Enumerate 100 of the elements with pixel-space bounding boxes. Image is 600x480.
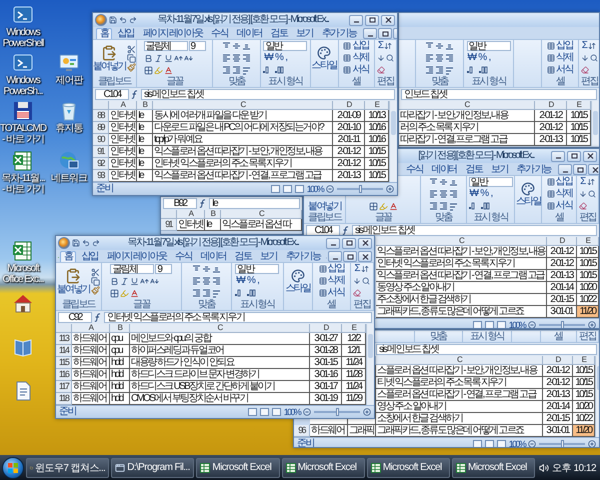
search-icon[interactable] xyxy=(362,277,370,285)
zoom-out-icon[interactable] xyxy=(303,408,311,416)
align-top-icon[interactable] xyxy=(425,42,434,50)
align-center-icon[interactable] xyxy=(435,54,444,62)
paste-button[interactable]: 붙여넣기 xyxy=(56,268,90,294)
ribbon-tab[interactable]: 추가 기능 xyxy=(282,251,324,262)
palette-icon[interactable] xyxy=(290,268,305,282)
table-icon[interactable] xyxy=(546,178,555,186)
paste-button[interactable]: 붙여넣기 xyxy=(308,202,342,212)
column-header[interactable]: C xyxy=(130,324,310,333)
eraser-icon[interactable] xyxy=(353,289,362,297)
formula-field[interactable]: sis 메인보드 칩셋 xyxy=(141,89,395,100)
table-icon[interactable] xyxy=(547,42,556,50)
ribbon-tab[interactable]: 삽입 xyxy=(77,251,102,262)
grow-font-icon[interactable] xyxy=(140,276,150,286)
close-button[interactable] xyxy=(583,150,597,162)
row-header[interactable]: 91 xyxy=(93,146,109,158)
currency-button[interactable]: ₩ xyxy=(468,189,478,199)
maximize-button[interactable] xyxy=(365,14,379,26)
save-icon[interactable] xyxy=(109,16,117,24)
align-bottom-icon[interactable] xyxy=(212,264,221,274)
border-icon[interactable] xyxy=(368,202,378,210)
align-bottom-icon[interactable] xyxy=(448,178,458,186)
decrease-decimal-icon[interactable] xyxy=(480,202,492,210)
column-header[interactable]: E xyxy=(573,356,595,365)
increase-indent-icon[interactable] xyxy=(435,66,444,74)
italic-icon[interactable] xyxy=(120,276,130,286)
formula-field[interactable]: sis 메인보드 칩셋 xyxy=(352,225,597,236)
autosum-button[interactable]: Σ xyxy=(353,264,360,274)
zoom-level[interactable]: 100% xyxy=(284,406,300,418)
bold-icon[interactable] xyxy=(110,276,120,286)
wrap-text-icon[interactable] xyxy=(445,66,454,74)
currency-button[interactable]: ₩ xyxy=(466,53,476,63)
row-header[interactable]: 113 xyxy=(56,333,72,345)
table-icon[interactable] xyxy=(547,54,556,62)
font-color-icon[interactable] xyxy=(388,202,398,210)
comma-button[interactable]: , xyxy=(256,276,260,286)
ribbon-tab[interactable]: 추가 기능 xyxy=(512,164,556,175)
redo-icon[interactable] xyxy=(92,239,100,247)
maximize-button[interactable] xyxy=(573,164,588,175)
name-box[interactable]: B92 xyxy=(163,198,197,209)
column-header[interactable]: E xyxy=(567,101,591,110)
format-cells-button[interactable]: 서식 xyxy=(342,65,370,75)
insert-cells-button[interactable]: 삽입 xyxy=(342,41,370,51)
slider-thumb[interactable] xyxy=(359,185,362,193)
zoom-out-icon[interactable] xyxy=(528,321,536,328)
comma-button[interactable]: , xyxy=(488,53,491,63)
styles-button[interactable]: 스타일 xyxy=(285,268,310,294)
taskbar-button[interactable]: Microsoft Excel xyxy=(282,458,365,478)
table-icon[interactable] xyxy=(343,66,352,74)
ribbon-tab[interactable]: 검토 xyxy=(266,28,292,39)
align-middle-icon[interactable] xyxy=(435,42,444,50)
font-color-icon[interactable] xyxy=(130,288,140,298)
insert-cells-button[interactable]: 삽입 xyxy=(546,41,574,51)
column-header[interactable]: A xyxy=(72,324,110,333)
formula-field[interactable]: sis 메인보드 칩셋 xyxy=(376,344,597,355)
vertical-scrollbar[interactable] xyxy=(591,101,599,146)
table-icon[interactable] xyxy=(547,66,556,74)
percent-button[interactable]: % xyxy=(274,53,284,63)
align-right-icon[interactable] xyxy=(242,54,252,62)
copy-icon[interactable] xyxy=(90,276,100,286)
scissors-icon[interactable] xyxy=(126,44,136,54)
align-middle-icon[interactable] xyxy=(438,178,448,186)
taskbar-button[interactable]: Microsoft Excel xyxy=(196,458,280,478)
column-header[interactable]: C xyxy=(399,101,535,110)
row-header[interactable]: 90 xyxy=(93,134,109,146)
ribbon-tab[interactable]: 검토 xyxy=(462,164,486,175)
copy-icon[interactable] xyxy=(126,54,136,62)
insert-cells-button[interactable]: 삽입 xyxy=(318,264,346,274)
search-icon[interactable] xyxy=(386,54,394,62)
sort-icon[interactable] xyxy=(588,42,596,50)
align-top-icon[interactable] xyxy=(222,42,232,50)
table-icon[interactable] xyxy=(318,265,327,273)
zoom-in-icon[interactable] xyxy=(386,185,394,193)
grow-font-icon[interactable] xyxy=(174,54,183,62)
decrease-decimal-icon[interactable] xyxy=(478,66,490,74)
row-header[interactable]: 88 xyxy=(93,110,109,122)
minimize-button[interactable] xyxy=(551,150,565,162)
percent-button[interactable]: % xyxy=(479,189,488,199)
font-size-combo[interactable]: 9 xyxy=(155,264,172,274)
table-icon[interactable] xyxy=(318,289,327,297)
ribbon-tab[interactable]: 페이지 레이아웃 xyxy=(102,251,170,262)
row-header[interactable]: 92 xyxy=(93,158,109,170)
border-icon[interactable] xyxy=(144,66,153,74)
row-header[interactable]: 89 xyxy=(93,122,109,134)
clipboard-icon[interactable] xyxy=(65,268,82,284)
column-header[interactable]: C xyxy=(376,356,543,365)
formula-field[interactable]: 인터넷 익스플로러의 주소 목록 지우기 xyxy=(104,312,372,323)
align-center-icon[interactable] xyxy=(232,54,242,62)
function-icon[interactable] xyxy=(199,199,207,208)
fill-icon[interactable] xyxy=(353,277,362,285)
decrease-indent-icon[interactable] xyxy=(425,66,434,74)
column-header[interactable]: D xyxy=(535,101,567,110)
zoom-in-icon[interactable] xyxy=(588,321,596,328)
column-header[interactable]: B xyxy=(205,210,221,219)
align-top-icon[interactable] xyxy=(192,264,201,274)
row-header[interactable]: 93 xyxy=(93,170,109,182)
column-header[interactable]: D xyxy=(543,356,573,365)
autosum-button[interactable]: Σ xyxy=(580,41,588,51)
undo-icon[interactable] xyxy=(82,239,90,247)
